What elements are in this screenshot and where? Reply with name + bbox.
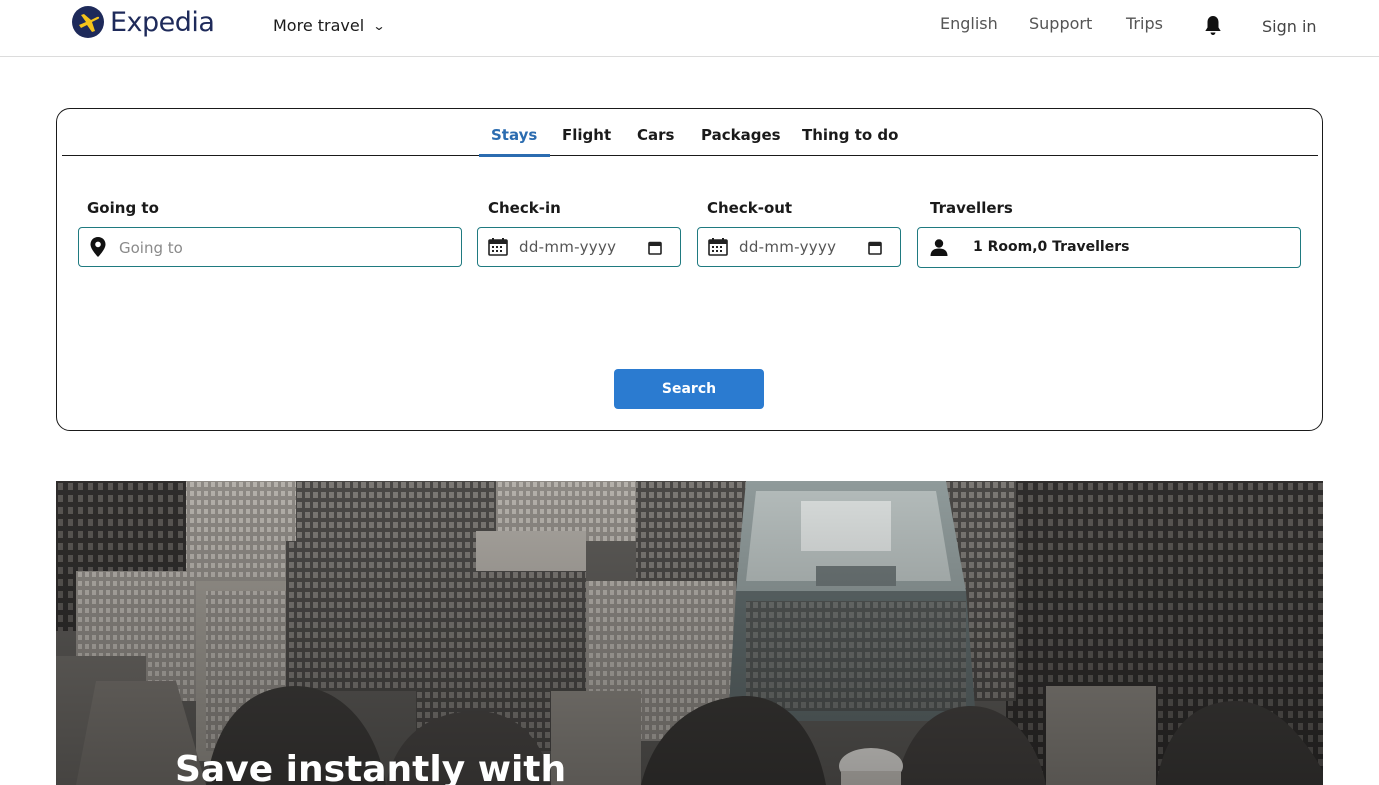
tab-flight[interactable]: Flight — [562, 126, 611, 144]
city-skyline-image — [56, 481, 1323, 785]
search-tabs: Stays Flight Cars Packages Thing to do — [62, 109, 1318, 157]
travellers-field[interactable]: 1 Room,0 Travellers — [917, 227, 1301, 268]
calendar-icon — [708, 238, 728, 260]
bell-icon[interactable] — [1201, 14, 1225, 38]
calendar-icon — [488, 238, 508, 260]
location-pin-icon — [90, 237, 106, 261]
active-tab-indicator — [479, 154, 550, 157]
going-to-input[interactable] — [119, 237, 449, 259]
tab-things-to-do[interactable]: Thing to do — [802, 126, 898, 144]
more-travel-label: More travel — [273, 16, 365, 35]
sign-in-link[interactable]: Sign in — [1262, 17, 1317, 36]
check-out-field[interactable]: dd-mm-yyyy — [697, 227, 901, 267]
more-travel-menu[interactable]: More travel ⌄ — [273, 16, 386, 35]
hero-banner: Save instantly with — [56, 481, 1323, 785]
site-header: Expedia More travel ⌄ English Support Tr… — [0, 0, 1379, 57]
check-out-value: dd-mm-yyyy — [739, 238, 837, 256]
chevron-down-icon: ⌄ — [372, 18, 386, 33]
language-link[interactable]: English — [940, 14, 998, 33]
calendar-picker-icon[interactable] — [648, 240, 662, 259]
expedia-logo-icon — [72, 6, 104, 38]
search-card: Stays Flight Cars Packages Thing to do G… — [56, 108, 1323, 431]
search-button[interactable]: Search — [614, 369, 764, 409]
brand-name: Expedia — [110, 6, 215, 38]
going-to-field[interactable] — [78, 227, 462, 267]
check-in-field[interactable]: dd-mm-yyyy — [477, 227, 681, 267]
user-icon — [930, 239, 948, 260]
support-link[interactable]: Support — [1029, 14, 1092, 33]
travellers-label: Travellers — [930, 199, 1013, 217]
tab-packages[interactable]: Packages — [701, 126, 781, 144]
expedia-logo[interactable]: Expedia — [72, 6, 215, 38]
hero-title: Save instantly with — [175, 749, 567, 785]
going-to-label: Going to — [87, 199, 159, 217]
calendar-picker-icon[interactable] — [868, 240, 882, 259]
check-in-value: dd-mm-yyyy — [519, 238, 617, 256]
tab-cars[interactable]: Cars — [637, 126, 674, 144]
check-out-label: Check-out — [707, 199, 793, 217]
travellers-value: 1 Room,0 Travellers — [973, 239, 1130, 255]
trips-link[interactable]: Trips — [1126, 14, 1163, 33]
check-in-label: Check-in — [488, 199, 561, 217]
tab-stays[interactable]: Stays — [491, 126, 537, 144]
